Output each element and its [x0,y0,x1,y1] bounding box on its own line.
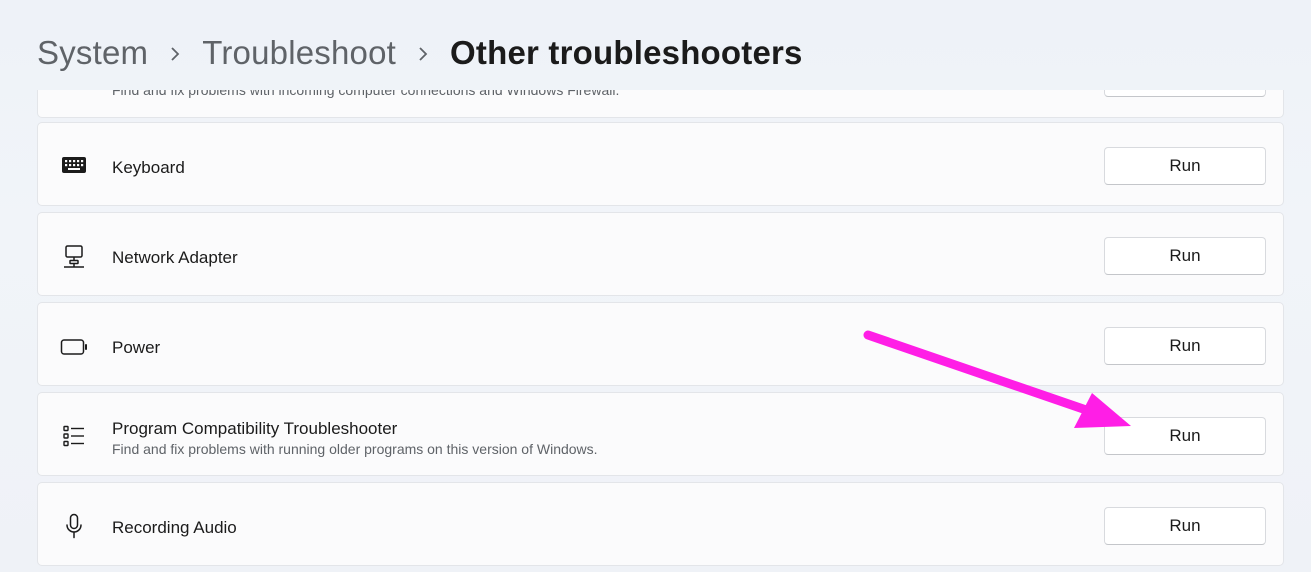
run-button-recording-audio[interactable]: Run [1104,507,1266,545]
breadcrumb-item-troubleshoot[interactable]: Troubleshoot [202,34,396,72]
run-button-network-adapter[interactable]: Run [1104,237,1266,275]
network-adapter-icon [60,243,88,271]
troubleshooter-card-power: Power Run [37,302,1284,386]
run-button-program-compatibility[interactable]: Run [1104,417,1266,455]
troubleshooter-title: Recording Audio [112,518,237,537]
keyboard-icon [60,151,88,179]
troubleshooter-card-keyboard: Keyboard Run [37,122,1284,206]
troubleshooter-card-recording-audio: Recording Audio Run [37,482,1284,566]
chevron-right-icon [148,39,202,67]
list-icon [60,422,88,450]
chevron-right-icon [396,39,450,67]
breadcrumb: System Troubleshoot Other troubleshooter… [37,28,803,78]
troubleshooter-title: Program Compatibility Troubleshooter [112,419,398,438]
microphone-icon [60,512,88,540]
page-title: Other troubleshooters [450,34,803,71]
troubleshooter-title: Network Adapter [112,248,238,267]
breadcrumb-item-system[interactable]: System [37,34,148,72]
battery-icon [60,333,88,361]
run-button-power[interactable]: Run [1104,327,1266,365]
troubleshooter-description: Find and fix problems with running older… [112,441,598,457]
run-button-keyboard[interactable]: Run [1104,147,1266,185]
troubleshooter-title: Keyboard [112,158,185,177]
troubleshooter-card-program-compatibility: Program Compatibility Troubleshooter Fin… [37,392,1284,476]
troubleshooter-title: Power [112,338,161,357]
troubleshooter-card-network-adapter: Network Adapter Run [37,212,1284,296]
